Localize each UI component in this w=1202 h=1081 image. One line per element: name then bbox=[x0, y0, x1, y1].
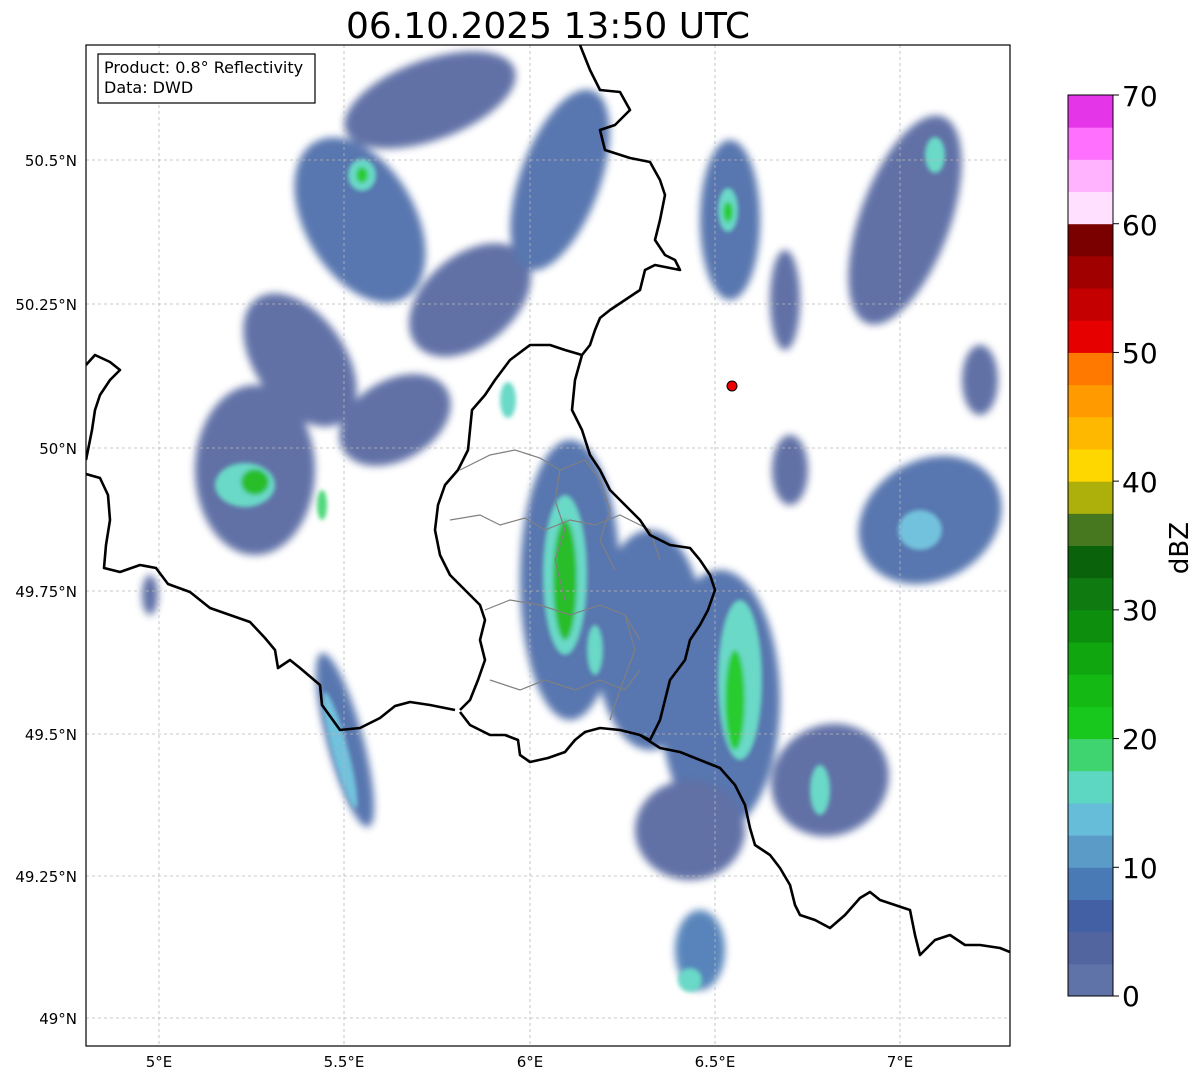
colorbar-segment bbox=[1068, 577, 1113, 611]
x-tick-label: 5.5°E bbox=[324, 1053, 365, 1071]
echo-cell bbox=[142, 575, 158, 615]
x-axis-ticks: 5°E 5.5°E 6°E 6.5°E 7°E bbox=[146, 1053, 914, 1071]
colorbar-segment bbox=[1068, 802, 1113, 836]
colorbar-segment bbox=[1068, 223, 1113, 257]
info-box: Product: 0.8° Reflectivity Data: DWD bbox=[97, 53, 316, 104]
y-tick-label: 49°N bbox=[39, 1010, 77, 1028]
colorbar-segments bbox=[1068, 95, 1113, 997]
colorbar-segment bbox=[1068, 191, 1113, 225]
x-tick-label: 7°E bbox=[887, 1053, 914, 1071]
echo-cell bbox=[962, 345, 998, 415]
colorbar-segment bbox=[1068, 127, 1113, 160]
colorbar-segment bbox=[1068, 352, 1113, 386]
colorbar-segment bbox=[1068, 770, 1113, 804]
y-tick-label: 50°N bbox=[39, 440, 77, 458]
colorbar: 0 10 20 30 40 50 60 70 dBZ bbox=[1067, 80, 1195, 1013]
colorbar-label: dBZ bbox=[1165, 522, 1195, 574]
colorbar-ticks: 0 10 20 30 40 50 60 70 bbox=[1113, 80, 1158, 1013]
echo-core bbox=[925, 137, 945, 173]
colorbar-tick-label: 20 bbox=[1122, 723, 1158, 756]
y-tick-label: 49.5°N bbox=[25, 726, 77, 744]
colorbar-segment bbox=[1068, 95, 1113, 128]
echo-core bbox=[500, 382, 516, 418]
x-tick-label: 6°E bbox=[517, 1053, 544, 1071]
colorbar-segment bbox=[1068, 963, 1113, 997]
map-title: 06.10.2025 13:50 UTC bbox=[346, 6, 750, 47]
echo-core bbox=[356, 167, 368, 183]
colorbar-segment bbox=[1068, 642, 1113, 675]
echo-core bbox=[725, 650, 745, 750]
colorbar-segment bbox=[1068, 288, 1113, 321]
colorbar-segment bbox=[1068, 481, 1113, 514]
colorbar-segment bbox=[1068, 513, 1113, 546]
echo-core bbox=[317, 490, 327, 520]
colorbar-segment bbox=[1068, 448, 1113, 482]
echo-core bbox=[678, 968, 702, 992]
map-panel: Product: 0.8° Reflectivity Data: DWD 5°E… bbox=[15, 44, 1011, 1071]
colorbar-tick-label: 30 bbox=[1122, 594, 1158, 627]
colorbar-segment bbox=[1068, 384, 1113, 418]
colorbar-segment bbox=[1068, 159, 1113, 193]
echo-cell bbox=[770, 250, 800, 350]
colorbar-tick-label: 50 bbox=[1122, 337, 1158, 370]
y-axis-ticks: 50.5°N 50.25°N 50°N 49.75°N 49.5°N 49.25… bbox=[15, 152, 77, 1028]
colorbar-segment bbox=[1068, 255, 1113, 289]
colorbar-segment bbox=[1068, 706, 1113, 740]
colorbar-segment bbox=[1068, 931, 1113, 965]
y-tick-label: 50.5°N bbox=[25, 152, 77, 170]
colorbar-segment bbox=[1068, 738, 1113, 772]
echo-core bbox=[810, 765, 830, 815]
x-tick-label: 6.5°E bbox=[695, 1053, 736, 1071]
colorbar-segment bbox=[1068, 416, 1113, 450]
colorbar-tick-label: 10 bbox=[1122, 852, 1158, 885]
colorbar-segment bbox=[1068, 320, 1113, 353]
y-tick-label: 49.25°N bbox=[15, 868, 77, 886]
radar-site-marker bbox=[726, 380, 738, 392]
colorbar-tick-label: 40 bbox=[1122, 466, 1158, 499]
echo-core bbox=[723, 202, 733, 222]
x-tick-label: 5°E bbox=[146, 1053, 173, 1071]
colorbar-segment bbox=[1068, 899, 1113, 933]
colorbar-tick-label: 60 bbox=[1122, 209, 1158, 242]
info-source: Data: DWD bbox=[104, 78, 193, 97]
echo-core bbox=[587, 625, 603, 675]
y-tick-label: 49.75°N bbox=[15, 583, 77, 601]
y-tick-label: 50.25°N bbox=[15, 296, 77, 314]
echo-core bbox=[553, 520, 577, 640]
info-product: Product: 0.8° Reflectivity bbox=[104, 58, 303, 77]
colorbar-segment bbox=[1068, 545, 1113, 579]
echo-cell bbox=[772, 435, 808, 505]
colorbar-segment bbox=[1068, 674, 1113, 707]
colorbar-segment bbox=[1068, 609, 1113, 643]
colorbar-tick-label: 0 bbox=[1122, 980, 1140, 1013]
colorbar-segment bbox=[1068, 867, 1113, 900]
colorbar-segment bbox=[1068, 835, 1113, 868]
echo-cell bbox=[635, 780, 745, 880]
echo-core bbox=[898, 510, 942, 550]
echo-core bbox=[241, 469, 269, 495]
colorbar-tick-label: 70 bbox=[1122, 80, 1158, 113]
radar-figure: 06.10.2025 13:50 UTC Product: 0.8° Refle… bbox=[15, 6, 1195, 1071]
